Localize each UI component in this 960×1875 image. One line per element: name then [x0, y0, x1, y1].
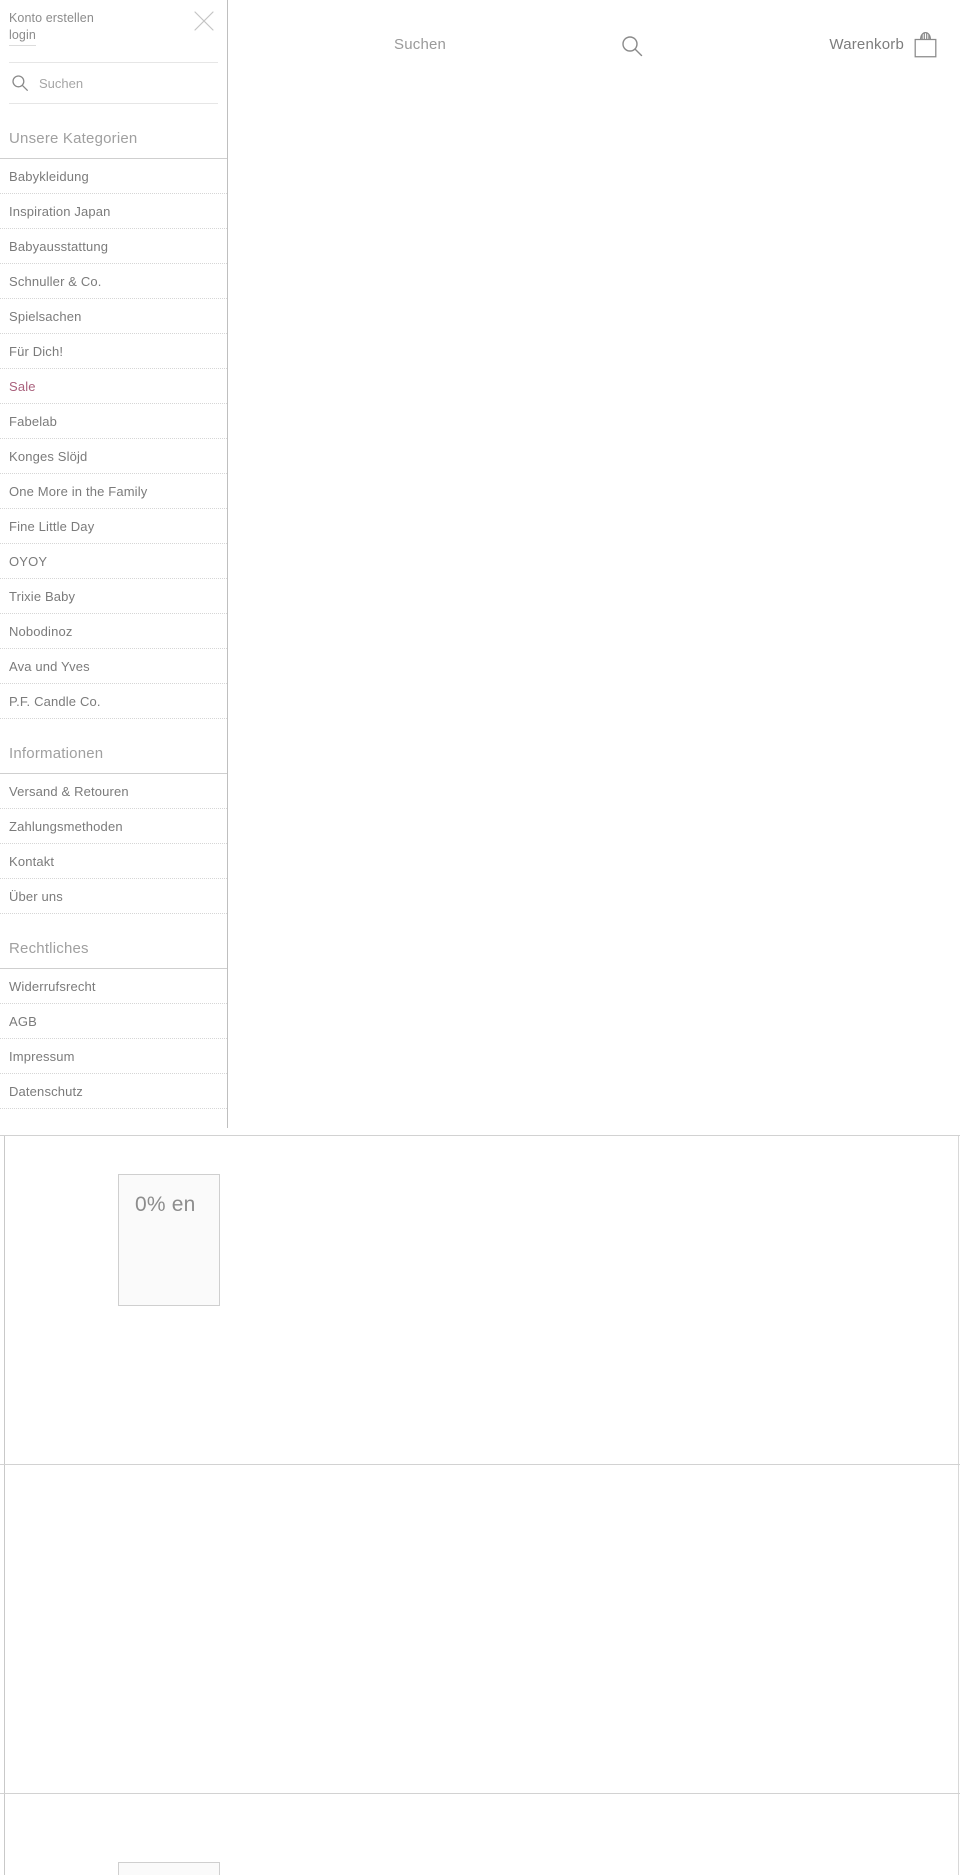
sidebar-item-fuer-dich[interactable]: Für Dich! [0, 334, 227, 369]
sidebar-item-label: Nobodinoz [9, 623, 73, 639]
nav-section-categories: Unsere Kategorien Babykleidung Inspirati… [0, 104, 227, 719]
sidebar-item-fabelab[interactable]: Fabelab [0, 404, 227, 439]
sidebar-item-label: Spielsachen [9, 308, 82, 324]
sidebar-item-label: Kontakt [9, 853, 55, 869]
sidebar-item-label: Über uns [9, 888, 63, 904]
sidebar-item-kontakt[interactable]: Kontakt [0, 844, 227, 879]
account-links: Konto erstellen login [9, 10, 213, 46]
search-icon [11, 74, 29, 92]
sidebar-item-label: Fabelab [9, 413, 58, 429]
sidebar-item-ueber-uns[interactable]: Über uns [0, 879, 227, 914]
page-root: 0% en den Suchen Warenkorb [0, 0, 960, 1875]
shopping-bag-icon [913, 31, 938, 58]
sidebar-item-babykleidung[interactable]: Babykleidung [0, 159, 227, 194]
nav-list: Babykleidung Inspiration Japan Babyausst… [0, 159, 227, 719]
sidebar-item-schnuller-und-co[interactable]: Schnuller & Co. [0, 264, 227, 299]
sidebar-item-spielsachen[interactable]: Spielsachen [0, 299, 227, 334]
sidebar-item-versand-und-retouren[interactable]: Versand & Retouren [0, 774, 227, 809]
sidebar-item-zahlungsmethoden[interactable]: Zahlungsmethoden [0, 809, 227, 844]
navigation-drawer: Konto erstellen login Unsere Kategor [0, 0, 228, 1128]
sidebar-item-impressum[interactable]: Impressum [0, 1039, 227, 1074]
sidebar-item-label: Trixie Baby [9, 588, 76, 604]
sidebar-item-label: Ava und Yves [9, 658, 90, 674]
search-input[interactable] [39, 75, 189, 91]
discount-badge: den [118, 1862, 220, 1875]
sidebar-item-label: One More in the Family [9, 483, 148, 499]
sidebar-item-label: P.F. Candle Co. [9, 693, 101, 709]
product-row[interactable] [0, 1464, 960, 1794]
sidebar-item-label: Inspiration Japan [9, 203, 111, 219]
sidebar-item-nobodinoz[interactable]: Nobodinoz [0, 614, 227, 649]
discount-badge: 0% en [118, 1174, 220, 1306]
cart-button[interactable]: Warenkorb [829, 31, 938, 58]
sidebar-item-label: OYOY [9, 553, 48, 569]
sidebar-item-label: Sale [9, 378, 36, 394]
sidebar-item-label: Widerrufsrecht [9, 978, 96, 994]
sidebar-item-label: Fine Little Day [9, 518, 95, 534]
sidebar-item-inspiration-japan[interactable]: Inspiration Japan [0, 194, 227, 229]
sidebar-item-agb[interactable]: AGB [0, 1004, 227, 1039]
sidebar-item-pf-candle-co[interactable]: P.F. Candle Co. [0, 684, 227, 719]
cart-label: Warenkorb [829, 36, 904, 53]
nav-section-heading: Informationen [0, 719, 227, 774]
sidebar-item-one-more-in-the-family[interactable]: One More in the Family [0, 474, 227, 509]
sidebar-item-label: Datenschutz [9, 1083, 83, 1099]
nav-section-heading: Unsere Kategorien [0, 104, 227, 159]
sidebar-item-label: Schnuller & Co. [9, 273, 102, 289]
sidebar-item-konges-slojd[interactable]: Konges Slöjd [0, 439, 227, 474]
sidebar-item-label: Babykleidung [9, 168, 89, 184]
sidebar-item-widerrufsrecht[interactable]: Widerrufsrecht [0, 969, 227, 1004]
nav-section-heading: Rechtliches [0, 914, 227, 969]
sidebar-item-label: AGB [9, 1013, 37, 1029]
sidebar-item-oyoy[interactable]: OYOY [0, 544, 227, 579]
sidebar-item-babyausstattung[interactable]: Babyausstattung [0, 229, 227, 264]
header-search-label[interactable]: Suchen [394, 37, 446, 52]
product-row[interactable]: den [0, 1793, 960, 1875]
sidebar-item-datenschutz[interactable]: Datenschutz [0, 1074, 227, 1109]
sidebar-item-trixie-baby[interactable]: Trixie Baby [0, 579, 227, 614]
sidebar-item-fine-little-day[interactable]: Fine Little Day [0, 509, 227, 544]
login-link[interactable]: login [9, 27, 36, 46]
sidebar-item-label: Zahlungsmethoden [9, 818, 123, 834]
drawer-header: Konto erstellen login [0, 0, 227, 62]
product-grid: 0% en den [0, 1135, 960, 1875]
sidebar-item-label: Babyausstattung [9, 238, 109, 254]
nav-list: Widerrufsrecht AGB Impressum Datenschutz [0, 969, 227, 1109]
sidebar-item-label: Konges Slöjd [9, 448, 88, 464]
nav-section-informationen: Informationen Versand & Retouren Zahlung… [0, 719, 227, 914]
sidebar-item-ava-und-yves[interactable]: Ava und Yves [0, 649, 227, 684]
sidebar-item-label: Für Dich! [9, 343, 64, 359]
drawer-search[interactable] [9, 62, 218, 104]
sidebar-item-label: Impressum [9, 1048, 75, 1064]
sidebar-item-label: Versand & Retouren [9, 783, 129, 799]
nav-section-rechtliches: Rechtliches Widerrufsrecht AGB Impressum… [0, 914, 227, 1109]
product-row[interactable]: 0% en [0, 1135, 960, 1465]
product-row-inner [4, 1465, 959, 1793]
close-icon[interactable] [191, 8, 217, 34]
create-account-link[interactable]: Konto erstellen [9, 10, 94, 27]
nav-list: Versand & Retouren Zahlungsmethoden Kont… [0, 774, 227, 914]
sidebar-item-sale[interactable]: Sale [0, 369, 227, 404]
search-icon[interactable] [620, 34, 644, 58]
